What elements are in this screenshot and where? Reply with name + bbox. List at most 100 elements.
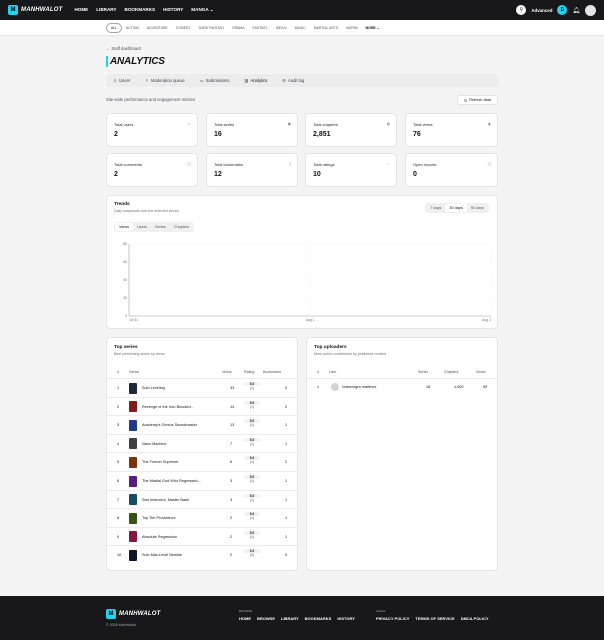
stat-card-reports: Open reports ▢ 0 <box>405 153 498 187</box>
series-row[interactable]: 10 Solo Max-Level Newbie 2 0.0 (0) 0 <box>107 545 299 564</box>
nav-home[interactable]: HOME <box>74 7 88 13</box>
footer-link-browse[interactable]: BROWSE <box>257 616 275 621</box>
tab-audit-log[interactable]: ☰ Audit log <box>279 76 307 85</box>
metric-series[interactable]: Series <box>151 223 170 231</box>
footer-link-dmca[interactable]: DMCA POLICY <box>461 616 489 621</box>
series-title[interactable]: Academy's Genius Swordmaster <box>142 423 197 427</box>
category-dark-fantasy[interactable]: DARK FANTASY <box>195 24 229 32</box>
arrow-left-icon: ← <box>106 46 111 51</box>
series-cover-image[interactable] <box>129 475 137 487</box>
series-bookmarks: 1 <box>285 441 288 446</box>
series-title[interactable]: Star Instructor, Master Baek <box>142 498 189 502</box>
category-magic[interactable]: MAGIC <box>291 24 310 32</box>
back-link[interactable]: ← Staff dashboard <box>106 46 141 51</box>
category-comedy[interactable]: COMEDY <box>172 24 195 32</box>
series-cover-image[interactable] <box>129 419 137 431</box>
flag-icon: ⚐ <box>145 78 149 83</box>
col-rating: Rating <box>244 370 255 374</box>
brand-name: MANHWALOT <box>21 7 63 13</box>
nav-history[interactable]: HISTORY <box>163 7 183 13</box>
star-icon: ☆ <box>386 162 390 166</box>
range-30-days[interactable]: 30 days <box>445 204 467 212</box>
metric-users[interactable]: Users <box>133 223 151 231</box>
series-rating: 5.0 (1) <box>244 382 260 390</box>
category-martial-arts[interactable]: MARTIAL ARTS <box>310 24 342 32</box>
category-action[interactable]: ACTION <box>122 24 143 32</box>
footer-link-bookmarks[interactable]: BOOKMARKS <box>305 616 332 621</box>
series-views: 2 <box>230 534 233 539</box>
series-row[interactable]: 7 Star Instructor, Master Baek 3 5.0 (1) 1 <box>107 489 299 509</box>
footer-link-privacy[interactable]: PRIVACY POLICY <box>376 616 409 621</box>
y-tick-label: 60 <box>123 260 127 264</box>
series-rank: 1 <box>117 386 120 390</box>
series-rank: 3 <box>117 423 120 428</box>
nav-manga-dropdown[interactable]: MANGA ⌄ <box>191 7 213 13</box>
stat-value: 12 <box>214 171 222 178</box>
series-cover-image[interactable] <box>129 382 137 394</box>
range-90-days[interactable]: 90 days <box>467 204 488 212</box>
series-row[interactable]: 4 Nano Machine 7 5.0 (1) 1 <box>107 433 299 453</box>
uploader-name: Nubenegra martinez <box>342 385 377 389</box>
series-row[interactable]: 6 The Martial God Who Regressed... 3 5.0 (1)… <box>107 471 299 490</box>
series-bookmarks: 0 <box>285 553 288 558</box>
top-uploaders-subtitle: Most active contributors by published co… <box>314 352 386 356</box>
series-cover-image[interactable] <box>129 438 137 450</box>
top-uploaders-title: Top uploaders <box>314 345 347 350</box>
user-avatar[interactable] <box>585 4 596 16</box>
nav-library[interactable]: LIBRARY <box>96 7 116 13</box>
series-title[interactable]: Revenge of the Iron-Blooded... <box>142 405 194 409</box>
footer-link-home[interactable]: HOME <box>239 616 251 621</box>
series-cover-image[interactable] <box>129 531 137 543</box>
footer-link-terms[interactable]: TERMS OF SERVICE <box>415 616 454 621</box>
series-views: 2 <box>230 516 233 521</box>
uploader-avatar <box>331 383 339 391</box>
uploader-row[interactable]: 1 Nubenegra martinez 16 1,000 89 <box>307 378 497 395</box>
series-cover-image[interactable] <box>129 401 137 413</box>
category-adventure[interactable]: ADVENTURE <box>143 24 172 32</box>
stat-card-views: Total views ◉ 76 <box>405 113 498 147</box>
series-title[interactable]: Top Tier Providence <box>142 516 176 520</box>
stat-card-chapters: Total chapters ▤ 2,851 <box>305 113 397 147</box>
category-all[interactable]: ALL <box>106 22 123 33</box>
series-row[interactable]: 3 Academy's Genius Swordmaster 13 5.0 (1) 1 <box>107 415 299 434</box>
metric-views[interactable]: Views <box>115 223 134 231</box>
tab-users[interactable]: ☺ Users <box>110 76 133 85</box>
category-isekai[interactable]: ISEKAI <box>272 24 291 32</box>
refresh-button[interactable]: ↻ Refresh data <box>457 95 498 105</box>
profile-avatar[interactable]: D <box>557 5 568 15</box>
series-title[interactable]: The Former Supreme <box>142 460 178 464</box>
brand-logo[interactable]: M MANHWALOT <box>8 5 62 15</box>
category-fantasy[interactable]: FANTASY <box>248 24 271 32</box>
series-title[interactable]: Solo Leveling <box>142 386 165 390</box>
footer-link-history[interactable]: HISTORY <box>337 616 355 621</box>
category-more[interactable]: MORE ⌄ <box>362 24 384 32</box>
tab-moderation-queue[interactable]: ⚐ Moderation queue <box>142 76 188 85</box>
tab-submissions[interactable]: ▭ Submissions <box>197 76 233 85</box>
series-cover-image[interactable] <box>129 549 137 561</box>
series-title[interactable]: The Martial God Who Regressed... <box>142 479 201 483</box>
bell-icon[interactable]: 🔔︎ <box>572 7 580 14</box>
series-row[interactable]: 2 Revenge of the Iron-Blooded... 14 5.0 (1) 2 <box>107 396 299 416</box>
series-row[interactable]: 1 Solo Leveling 33 5.0 (1) 0 <box>107 378 299 397</box>
series-title[interactable]: Absolute Regression <box>142 535 177 539</box>
category-drama[interactable]: DRAMA <box>228 24 248 32</box>
series-cover-image[interactable] <box>129 494 137 506</box>
footer-link-library[interactable]: LIBRARY <box>281 616 299 621</box>
series-row[interactable]: 8 Top Tier Providence 2 5.0 (1) 1 <box>107 508 299 527</box>
series-rating: 5.0 (1) <box>244 493 260 502</box>
series-cover-image[interactable] <box>129 512 137 524</box>
range-7-days[interactable]: 7 days <box>426 204 445 212</box>
metric-chapters[interactable]: Chapters <box>170 223 193 231</box>
search-icon[interactable]: ⚲ <box>516 5 527 15</box>
footer-logo[interactable]: M MANHWALOT <box>106 609 160 619</box>
series-title[interactable]: Solo Max-Level Newbie <box>142 553 182 557</box>
category-murim[interactable]: MURIM <box>342 24 362 32</box>
nav-bookmarks[interactable]: BOOKMARKS <box>125 7 156 13</box>
series-row[interactable]: 9 Absolute Regression 2 5.0 (1) 1 <box>107 526 299 546</box>
tab-analytics[interactable]: ▥ Analytics <box>241 76 270 85</box>
series-row[interactable]: 5 The Former Supreme 6 5.0 (1) 2 <box>107 452 299 471</box>
series-cover-image[interactable] <box>129 456 137 468</box>
advanced-search-link[interactable]: Advanced <box>531 8 552 13</box>
stat-card-users: Total users ☺ 2 <box>106 113 198 147</box>
series-title[interactable]: Nano Machine <box>142 442 166 446</box>
